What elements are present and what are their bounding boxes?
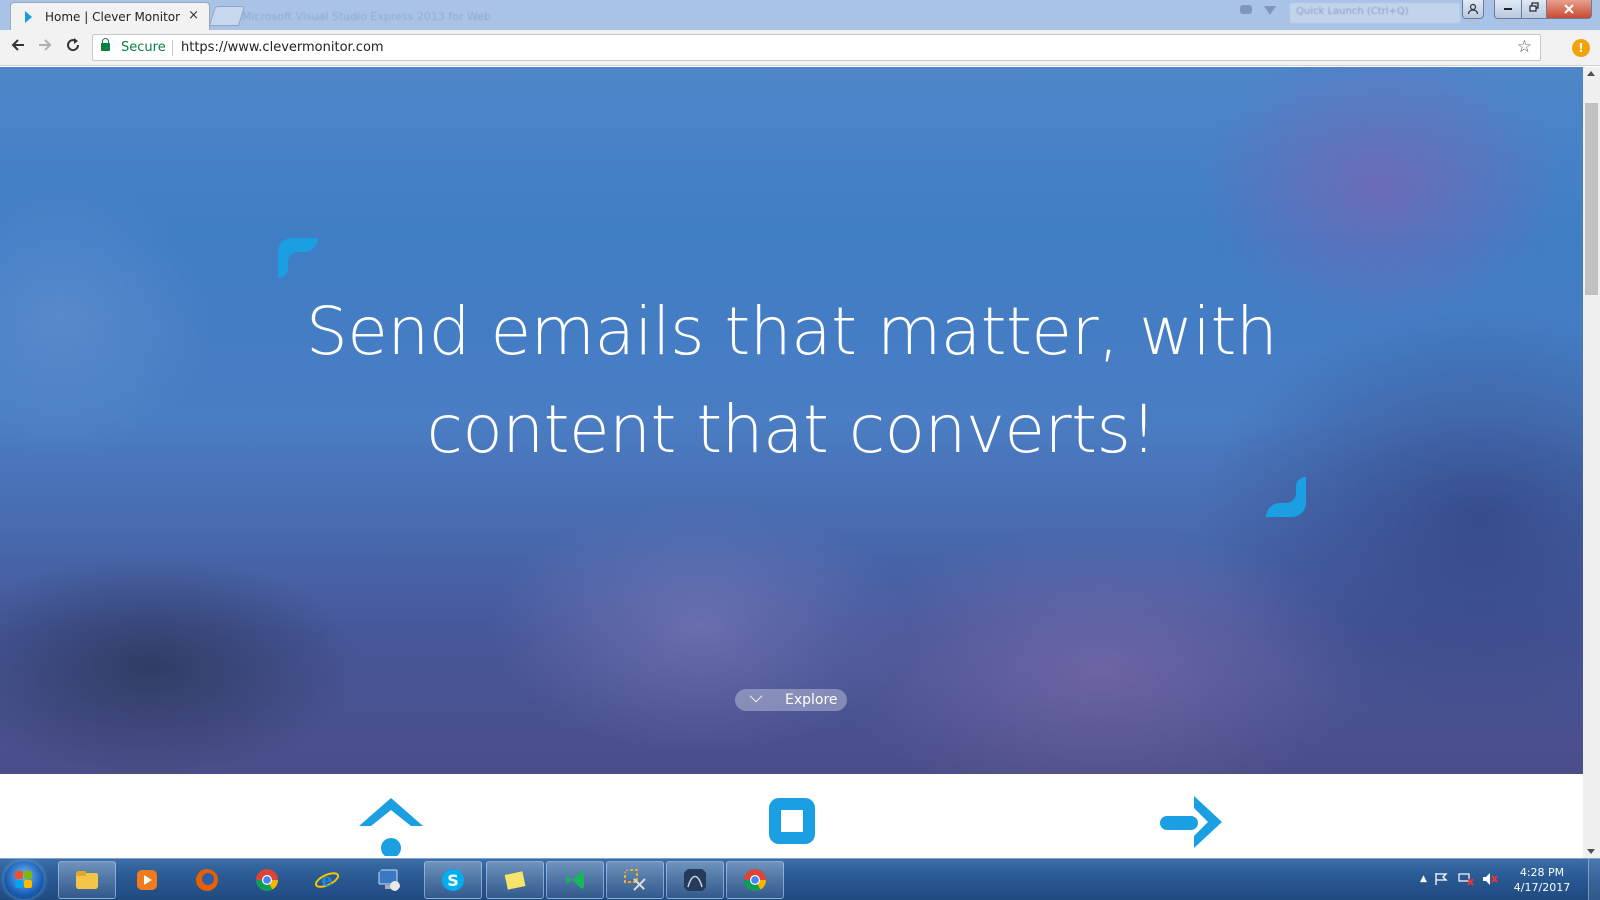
show-desktop-button[interactable] — [1588, 859, 1600, 900]
clock-date: 4/17/2017 — [1513, 881, 1571, 894]
action-center-flag-icon[interactable] — [1434, 872, 1450, 886]
scroll-down-icon[interactable] — [1587, 849, 1595, 854]
tab-home-clever-monitor[interactable]: Home | Clever Monitor × — [10, 2, 210, 30]
user-icon — [1467, 3, 1479, 15]
taskbar-skype[interactable]: S — [424, 861, 482, 899]
taskbar-chrome-active[interactable] — [726, 861, 784, 899]
arrow-left-icon — [11, 39, 24, 51]
extension-alert-icon[interactable]: ! — [1572, 39, 1590, 57]
lock-icon — [101, 38, 110, 51]
browser-toolbar: Secure https://www.clevermonitor.com ☆ ! — [0, 30, 1600, 66]
taskbar-file-explorer[interactable] — [58, 861, 116, 899]
svg-text:e: e — [321, 870, 332, 891]
internet-explorer-icon: e — [314, 870, 340, 891]
visual-studio-icon — [566, 871, 584, 889]
clock-time: 4:28 PM — [1519, 866, 1565, 879]
back-button[interactable] — [6, 36, 30, 60]
network-disconnected-icon[interactable] — [1458, 872, 1474, 886]
chrome-icon — [256, 869, 278, 891]
firefox-icon — [196, 869, 218, 891]
arrow-right-icon — [1160, 796, 1222, 848]
minimize-icon — [1504, 8, 1512, 10]
home-icon — [359, 798, 423, 856]
stop-square-icon — [769, 798, 815, 844]
quick-launch-input[interactable]: Quick Launch (Ctrl+Q) — [1290, 3, 1460, 23]
taskbar-visual-studio[interactable] — [546, 861, 604, 899]
close-icon — [1564, 4, 1574, 14]
taskbar-sql-server[interactable] — [666, 861, 724, 899]
chevron-down-icon — [749, 689, 763, 703]
profile-button[interactable] — [1462, 0, 1484, 19]
restore-button[interactable] — [1521, 0, 1547, 19]
address-bar[interactable]: Secure https://www.clevermonitor.com ☆ — [92, 34, 1541, 61]
tab-close-icon[interactable]: × — [188, 8, 199, 23]
start-button[interactable] — [4, 861, 44, 899]
tab-title: Home | Clever Monitor — [45, 10, 181, 24]
quote-bracket-open-icon — [278, 238, 318, 278]
bookmark-star-icon[interactable]: ☆ — [1517, 37, 1532, 57]
new-tab-icon — [208, 6, 246, 26]
secure-label[interactable]: Secure — [121, 40, 166, 55]
page-scrollbar[interactable] — [1583, 67, 1600, 858]
media-player-icon — [137, 870, 157, 890]
address-separator — [172, 40, 173, 56]
taskbar-snipping-tool[interactable] — [606, 861, 664, 899]
close-window-button[interactable] — [1546, 0, 1592, 19]
file-explorer-icon — [76, 871, 98, 889]
explore-label: Explore — [785, 692, 838, 708]
clever-monitor-favicon-icon — [25, 11, 32, 23]
reload-button[interactable] — [61, 36, 85, 60]
features-section — [0, 774, 1583, 858]
chrome-active-icon — [744, 869, 766, 891]
taskbar-internet-explorer[interactable]: e — [298, 861, 356, 899]
sql-server-icon — [684, 869, 706, 891]
volume-muted-icon[interactable] — [1482, 872, 1498, 886]
taskbar-media-player[interactable] — [118, 861, 176, 899]
filter-icon[interactable] — [1262, 3, 1278, 19]
feedback-icon[interactable] — [1238, 3, 1254, 19]
browser-tab-strip: Home | Clever Monitor × Microsoft Visual… — [0, 0, 1600, 30]
arrow-right-icon — [39, 39, 52, 51]
sticky-notes-icon — [504, 871, 526, 890]
scroll-up-icon[interactable] — [1587, 71, 1595, 76]
svg-text:S: S — [447, 871, 459, 890]
taskbar-chrome[interactable] — [238, 861, 296, 899]
skype-icon: S — [442, 869, 464, 891]
url-text[interactable]: https://www.clevermonitor.com — [181, 40, 384, 55]
reload-icon — [67, 38, 80, 52]
background-window-title: Microsoft Visual Studio Express 2013 for… — [242, 10, 491, 23]
page-viewport: Send emails that matter, with content th… — [0, 67, 1583, 858]
taskbar-sticky-notes[interactable] — [486, 861, 544, 899]
taskbar-remote-desktop[interactable] — [360, 861, 418, 899]
hero-section: Send emails that matter, with content th… — [0, 67, 1583, 774]
quote-bracket-close-icon — [1266, 477, 1306, 517]
windows-logo-icon — [15, 871, 33, 889]
restore-icon — [1529, 2, 1539, 12]
show-hidden-icons-icon[interactable]: ▲ — [1420, 874, 1427, 884]
scrollbar-thumb[interactable] — [1585, 103, 1598, 295]
taskbar-clock[interactable]: 4:28 PM 4/17/2017 — [1512, 865, 1572, 895]
hero-headline: Send emails that matter, with content th… — [305, 293, 1278, 468]
remote-desktop-icon — [378, 869, 400, 891]
forward-button[interactable] — [33, 36, 57, 60]
minimize-button[interactable] — [1494, 0, 1522, 19]
explore-button[interactable]: Explore — [735, 689, 847, 711]
snipping-tool-icon — [624, 869, 646, 891]
windows-taskbar: e S ▲ 4:28 PM 4/17/2017 — [0, 858, 1600, 900]
new-tab-button[interactable]: Microsoft Visual Studio Express 2013 for… — [206, 2, 491, 30]
taskbar-firefox[interactable] — [178, 861, 236, 899]
